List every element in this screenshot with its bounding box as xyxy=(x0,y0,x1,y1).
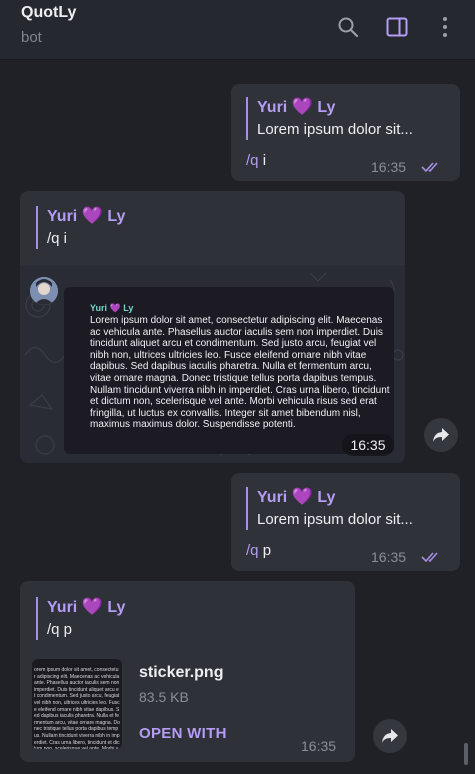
outgoing-message[interactable]: Yuri 💜 Ly Lorem ipsum dolor sit... /q i … xyxy=(231,84,460,181)
command-link[interactable]: /q xyxy=(246,542,259,559)
message-text: /q p xyxy=(246,542,271,559)
quote-author-name: Yuri xyxy=(90,303,108,313)
command-arg: i xyxy=(262,152,267,169)
reply-text: Lorem ipsum dolor sit... xyxy=(257,121,413,138)
purple-heart-icon: 💜 xyxy=(109,303,121,313)
chat-header: QuotLy bot xyxy=(0,0,475,60)
more-icon[interactable] xyxy=(432,14,458,40)
forward-button[interactable] xyxy=(424,418,458,452)
purple-heart-icon: 💜 xyxy=(81,597,103,616)
avatar xyxy=(30,277,58,305)
quote-card: Yuri 💜 Ly Lorem ipsum dolor sit amet, co… xyxy=(64,287,394,454)
reply-preview[interactable]: Yuri 💜 Ly /q p xyxy=(36,597,125,640)
double-check-icon xyxy=(421,552,438,563)
message-time: 16:35 xyxy=(301,738,337,754)
thumbnail-text: orem ipsum dolor sit amet, consectetur a… xyxy=(34,667,120,749)
side-panel-icon[interactable] xyxy=(384,14,410,40)
file-name[interactable]: sticker.png xyxy=(139,664,223,682)
search-icon[interactable] xyxy=(335,14,361,40)
reply-preview[interactable]: Yuri 💜 Ly Lorem ipsum dolor sit... xyxy=(246,97,413,140)
reply-text: /q p xyxy=(47,621,73,638)
scrollbar[interactable] xyxy=(464,743,468,765)
file-thumbnail[interactable]: orem ipsum dolor sit amet, consectetur a… xyxy=(32,659,122,749)
reply-author-suffix: Ly xyxy=(107,208,126,225)
outgoing-message[interactable]: Yuri 💜 Ly Lorem ipsum dolor sit... /q p … xyxy=(231,473,460,571)
sticker-time: 16:35 xyxy=(342,434,394,456)
reply-author-suffix: Ly xyxy=(107,599,126,616)
purple-heart-icon: 💜 xyxy=(291,97,313,116)
command-link[interactable]: /q xyxy=(246,152,259,169)
quote-author-suffix: Ly xyxy=(123,303,134,313)
reply-author-name: Yuri xyxy=(257,489,288,506)
message-time: 16:35 xyxy=(371,159,407,175)
file-size: 83.5 KB xyxy=(139,689,189,705)
chat-title[interactable]: QuotLy xyxy=(21,4,76,22)
purple-heart-icon: 💜 xyxy=(291,487,313,506)
forward-button[interactable] xyxy=(373,719,407,753)
reply-author-name: Yuri xyxy=(47,208,78,225)
quote-text: Lorem ipsum dolor sit amet, consectetur … xyxy=(90,315,390,431)
reply-author: Yuri 💜 Ly xyxy=(47,597,125,618)
chat-subtitle: bot xyxy=(21,29,42,46)
reply-author: Yuri 💜 Ly xyxy=(47,206,125,227)
open-with-button[interactable]: OPEN WITH xyxy=(139,725,227,742)
reply-author: Yuri 💜 Ly xyxy=(257,97,413,118)
quote-sticker[interactable]: Yuri 💜 Ly Lorem ipsum dolor sit amet, co… xyxy=(20,265,405,463)
reply-text: Lorem ipsum dolor sit... xyxy=(257,511,413,528)
share-icon xyxy=(382,729,398,743)
purple-heart-icon: 💜 xyxy=(81,206,103,225)
message-time: 16:35 xyxy=(371,549,407,565)
reply-author-name: Yuri xyxy=(47,599,78,616)
quote-author: Yuri 💜 Ly xyxy=(90,303,133,314)
reply-author: Yuri 💜 Ly xyxy=(257,487,413,508)
reply-author-name: Yuri xyxy=(257,99,288,116)
reply-author-suffix: Ly xyxy=(317,99,336,116)
double-check-icon xyxy=(421,162,438,173)
reply-author-suffix: Ly xyxy=(317,489,336,506)
share-icon xyxy=(433,428,449,442)
reply-preview[interactable]: Yuri 💜 Ly /q i xyxy=(36,206,125,249)
reply-text: /q i xyxy=(47,230,68,247)
reply-preview[interactable]: Yuri 💜 Ly Lorem ipsum dolor sit... xyxy=(246,487,413,530)
command-arg: p xyxy=(262,542,272,559)
message-text: /q i xyxy=(246,152,266,169)
